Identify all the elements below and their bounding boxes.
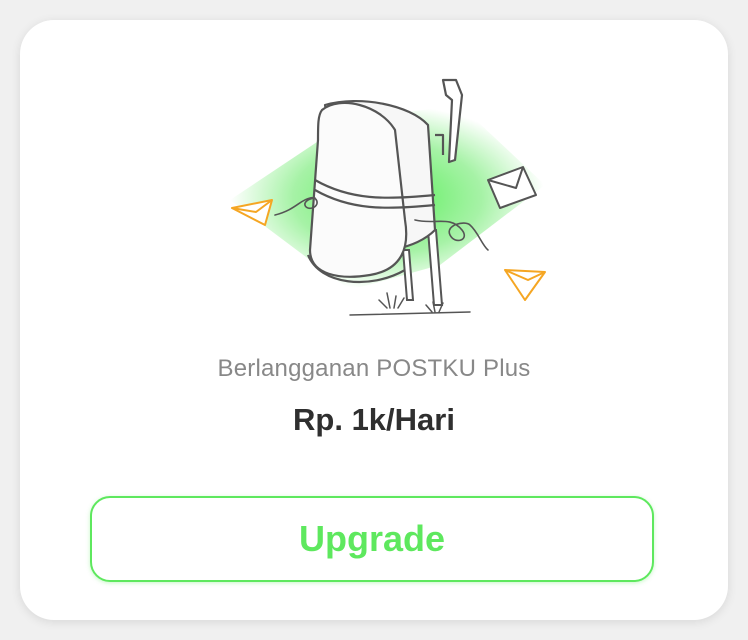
subscription-card: Berlangganan POSTKU Plus Rp. 1k/Hari Upg…: [20, 20, 728, 620]
upgrade-button[interactable]: Upgrade: [90, 496, 654, 582]
mailbox-illustration: [230, 78, 546, 316]
envelope-orange-right-icon: [504, 269, 546, 301]
plan-price: Rp. 1k/Hari: [293, 402, 455, 437]
plan-subtitle: Berlangganan POSTKU Plus: [217, 355, 531, 382]
